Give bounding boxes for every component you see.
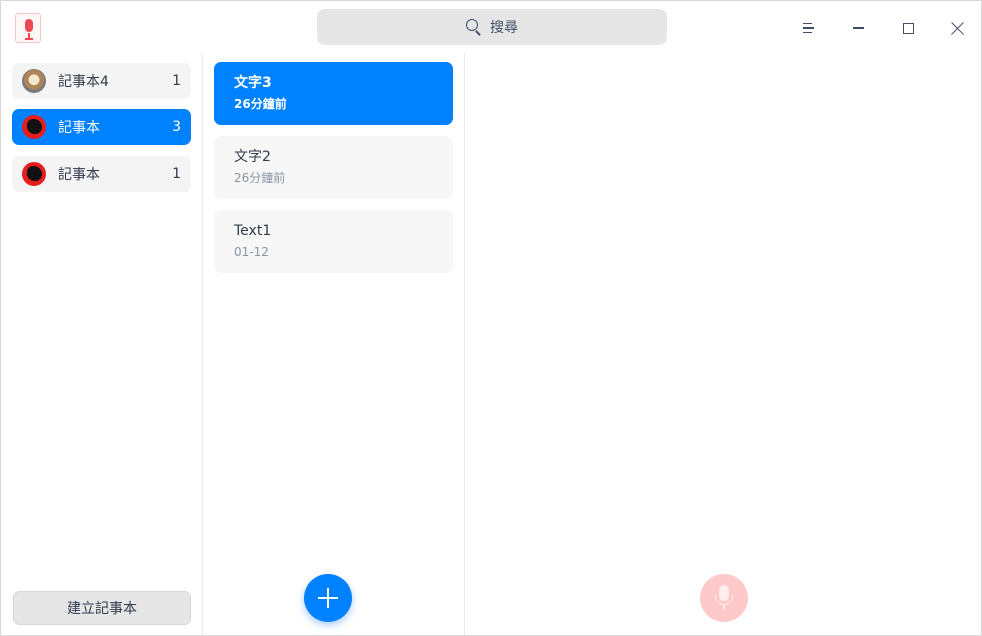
maximize-icon (902, 22, 914, 34)
close-icon (950, 21, 964, 35)
red-avatar-icon (22, 162, 46, 186)
app-window: 搜尋 記事本4 1 記事本 3 記事本 1 建立記事本 文字3 26分鐘前 文字… (0, 0, 982, 636)
notebook-name: 記事本 (58, 167, 100, 183)
maximize-button[interactable] (890, 10, 926, 46)
menu-icon (802, 20, 814, 36)
add-note-button[interactable] (304, 574, 352, 622)
create-notebook-button[interactable]: 建立記事本 (13, 591, 191, 625)
notebook-item[interactable]: 記事本4 1 (12, 63, 191, 99)
notebook-count: 3 (172, 119, 181, 135)
notebook-item[interactable]: 記事本 1 (12, 156, 191, 192)
notebook-count: 1 (172, 166, 181, 182)
note-item[interactable]: 文字2 26分鐘前 (214, 136, 453, 199)
plus-icon (318, 588, 338, 608)
notebook-name: 記事本 (58, 120, 100, 136)
latte-avatar-icon (22, 69, 46, 93)
main-menu-button[interactable] (790, 10, 826, 46)
minimize-button[interactable] (840, 10, 876, 46)
note-title: 文字3 (234, 75, 272, 91)
note-title: 文字2 (234, 149, 271, 165)
search-box[interactable]: 搜尋 (317, 9, 667, 45)
notebook-name: 記事本4 (58, 74, 109, 90)
notebook-list-panel: 記事本4 1 記事本 3 記事本 1 建立記事本 (1, 53, 203, 635)
note-title: Text1 (234, 223, 272, 239)
search-icon (466, 19, 482, 36)
minimize-icon (852, 27, 864, 29)
notebook-count: 1 (172, 73, 181, 89)
voice-record-button[interactable] (700, 574, 748, 622)
red-avatar-icon (22, 115, 46, 139)
close-button[interactable] (939, 10, 975, 46)
title-bar: 搜尋 (1, 1, 981, 53)
note-item[interactable]: Text1 01-12 (214, 210, 453, 273)
note-editor-panel[interactable] (466, 53, 981, 635)
note-time: 26分鐘前 (234, 171, 286, 185)
note-time: 26分鐘前 (234, 97, 287, 111)
note-item-selected[interactable]: 文字3 26分鐘前 (214, 62, 453, 125)
notebook-item-selected[interactable]: 記事本 3 (12, 109, 191, 145)
search-placeholder: 搜尋 (490, 20, 518, 36)
note-list-panel: 文字3 26分鐘前 文字2 26分鐘前 Text1 01-12 (204, 53, 465, 635)
app-logo-icon (15, 13, 41, 43)
note-time: 01-12 (234, 245, 269, 259)
